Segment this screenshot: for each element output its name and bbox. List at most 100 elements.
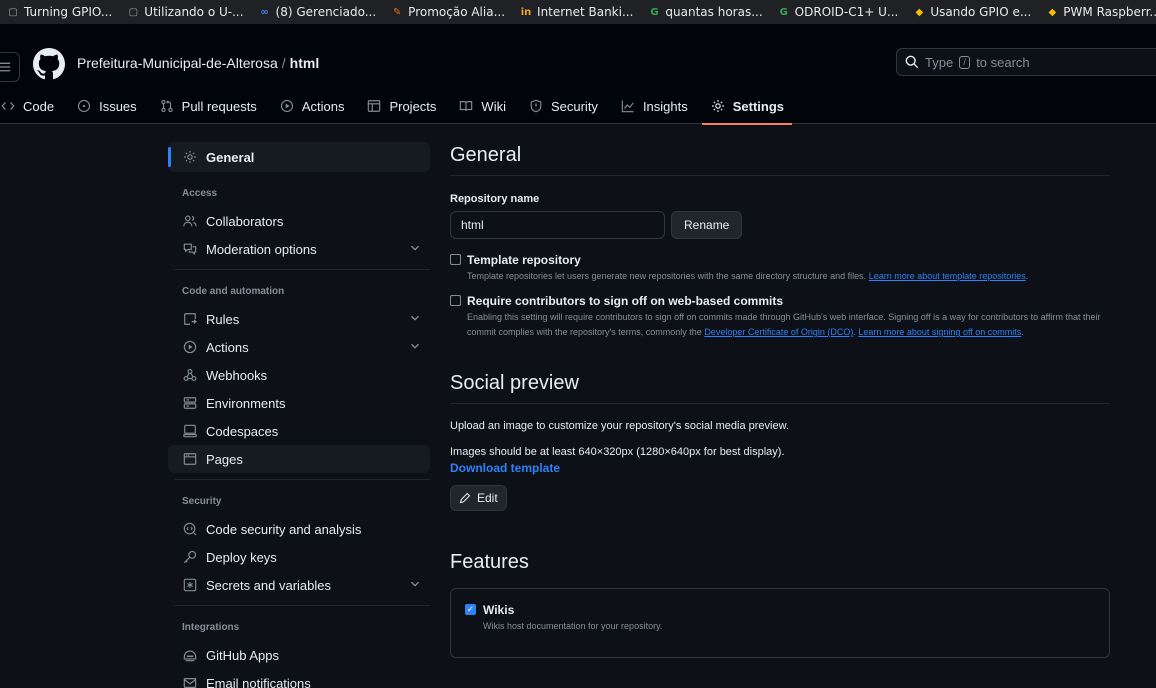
sidebar-item-codespaces[interactable]: Codespaces — [168, 417, 430, 445]
template-repository-checkbox[interactable] — [450, 254, 461, 265]
bookmark-item[interactable]: in Internet Banki... — [513, 5, 641, 19]
mail-icon — [182, 675, 198, 688]
wikis-option: ✓ Wikis Wikis host documentation for you… — [465, 603, 1095, 634]
tab-pull-requests[interactable]: Pull requests — [151, 88, 265, 124]
sidebar-item-github-apps[interactable]: GitHub Apps — [168, 641, 430, 669]
signoff-desc: Enabling this setting will require contr… — [467, 312, 1101, 337]
webhook-icon — [182, 367, 198, 383]
repo-name-input[interactable] — [450, 211, 665, 239]
gear-icon — [710, 98, 726, 114]
menu-button[interactable] — [0, 52, 20, 82]
github-logo-icon[interactable] — [33, 48, 65, 80]
sidebar-item-deploy-keys[interactable]: Deploy keys — [168, 543, 430, 571]
sidebar-item-code-security[interactable]: Code security and analysis — [168, 515, 430, 543]
sidebar-item-rules[interactable]: Rules — [168, 305, 430, 333]
rename-row: Rename — [450, 211, 1110, 239]
general-heading: General — [450, 144, 1110, 176]
bookmark-label: PWM Raspberr... — [1063, 5, 1156, 19]
google-icon: G — [779, 6, 788, 18]
repo-header: Prefeitura-Municipal-de-Alterosa / html Ty… — [0, 24, 1156, 125]
table-icon — [366, 98, 382, 114]
rename-button[interactable]: Rename — [671, 211, 743, 239]
sidebar-item-webhooks[interactable]: Webhooks — [168, 361, 430, 389]
tab-label: Wiki — [481, 98, 506, 114]
tab-wiki[interactable]: Wiki — [450, 88, 514, 124]
signoff-checkbox[interactable] — [450, 295, 461, 306]
sidebar-item-label: Secrets and variables — [206, 577, 332, 593]
wikis-checkbox[interactable]: ✓ — [465, 604, 476, 615]
bookmark-label: quantas horas... — [665, 5, 763, 19]
repo-name-link[interactable]: html — [290, 55, 320, 71]
book-icon — [458, 98, 474, 114]
diamond-icon: ◆ — [1048, 6, 1057, 18]
asterisk-icon — [182, 577, 198, 593]
issue-icon — [76, 98, 92, 114]
bookmark-item[interactable]: ◆ PWM Raspberr... — [1039, 5, 1156, 19]
social-preview-desc: Upload an image to customize your reposi… — [450, 420, 789, 432]
chevron-down-icon — [411, 581, 419, 587]
sidebar-heading-code: Code and automation — [182, 286, 285, 297]
sidebar-item-label: Webhooks — [206, 367, 268, 383]
sidebar-item-moderation[interactable]: Moderation options — [168, 235, 430, 263]
search-input[interactable]: Type / to search — [896, 48, 1156, 76]
signoff-option: Require contributors to sign off on web-… — [450, 294, 1110, 340]
bookmark-item[interactable]: ▢ Utilizando o U-... — [120, 5, 251, 19]
chevron-down-icon — [411, 315, 419, 321]
template-repository-desc: Template repositories let users generate… — [467, 271, 1029, 281]
linkedin-icon: in — [520, 6, 532, 18]
bookmark-item[interactable]: Gquantas horas... — [641, 5, 770, 19]
tab-label: Settings — [732, 98, 785, 114]
tag-icon: ✎ — [392, 6, 402, 18]
bookmark-item[interactable]: ∞ (8) Gerenciado... — [252, 5, 385, 19]
codespaces-icon — [182, 423, 198, 439]
sidebar-item-collaborators[interactable]: Collaborators — [168, 207, 430, 235]
bookmark-label: Usando GPIO e... — [930, 5, 1032, 19]
features-box: ✓ Wikis Wikis host documentation for you… — [450, 588, 1110, 658]
download-template-link[interactable]: Download template — [450, 461, 1110, 475]
dco-link[interactable]: Developer Certificate of Origin (DCO) — [704, 327, 853, 337]
sidebar-item-email-notifications[interactable]: Email notifications — [168, 669, 430, 688]
hubot-icon — [182, 647, 198, 663]
signoff-learn-more-link[interactable]: Learn more about signing off on commits — [858, 327, 1021, 337]
tab-label: Code — [23, 98, 55, 114]
sidebar-item-secrets[interactable]: Secrets and variables — [168, 571, 430, 599]
social-preview-size: Images should be at least 640×320px (128… — [450, 446, 785, 458]
breadcrumb-separator: / — [281, 55, 286, 71]
sidebar-heading-access: Access — [182, 188, 218, 199]
tab-security[interactable]: Security — [520, 88, 606, 124]
edit-button[interactable]: Edit — [450, 485, 507, 511]
sidebar-heading-security: Security — [182, 496, 222, 507]
tab-code[interactable]: Code — [0, 88, 62, 124]
blank-page-icon: ▢ — [128, 6, 139, 18]
tab-issues[interactable]: Issues — [68, 88, 145, 124]
tab-insights[interactable]: Insights — [612, 88, 696, 124]
tab-settings[interactable]: Settings — [701, 88, 793, 125]
sidebar-item-label: Collaborators — [206, 213, 284, 229]
tab-projects[interactable]: Projects — [358, 88, 444, 124]
bookmark-item[interactable]: ◆ Usando GPIO e... — [906, 5, 1039, 19]
template-learn-more-link[interactable]: Learn more about template repositories — [869, 271, 1026, 281]
bookmark-label: Utilizando o U-... — [144, 5, 244, 19]
chevron-down-icon — [411, 245, 419, 251]
search-icon — [905, 55, 919, 69]
chevron-down-icon — [411, 343, 419, 349]
bookmark-item[interactable]: G ODROID-C1+ U... — [771, 5, 907, 19]
tab-actions[interactable]: Actions — [271, 88, 353, 124]
people-icon — [182, 213, 198, 229]
template-repository-option: Template repository Template repositorie… — [450, 253, 1110, 284]
sidebar-item-pages[interactable]: Pages — [168, 445, 430, 473]
bookmark-item[interactable]: ▢ Turning GPIO... — [0, 5, 120, 19]
tab-label: Issues — [99, 98, 137, 114]
bookmark-item[interactable]: ✎ Promoção Alia... — [384, 5, 513, 19]
repo-owner-link[interactable]: Prefeitura-Municipal-de-Alterosa — [77, 55, 278, 71]
wikis-title: Wikis — [483, 603, 515, 617]
gear-icon — [182, 149, 198, 165]
sidebar-item-environments[interactable]: Environments — [168, 389, 430, 417]
sidebar-item-actions[interactable]: Actions — [168, 333, 430, 361]
pull-request-icon — [159, 98, 175, 114]
sidebar-item-label: Actions — [206, 339, 249, 355]
play-icon — [182, 339, 198, 355]
sidebar-item-label: Moderation options — [206, 241, 317, 257]
sidebar-item-general[interactable]: General — [168, 142, 430, 172]
search-shortcut-key: / — [959, 55, 971, 69]
